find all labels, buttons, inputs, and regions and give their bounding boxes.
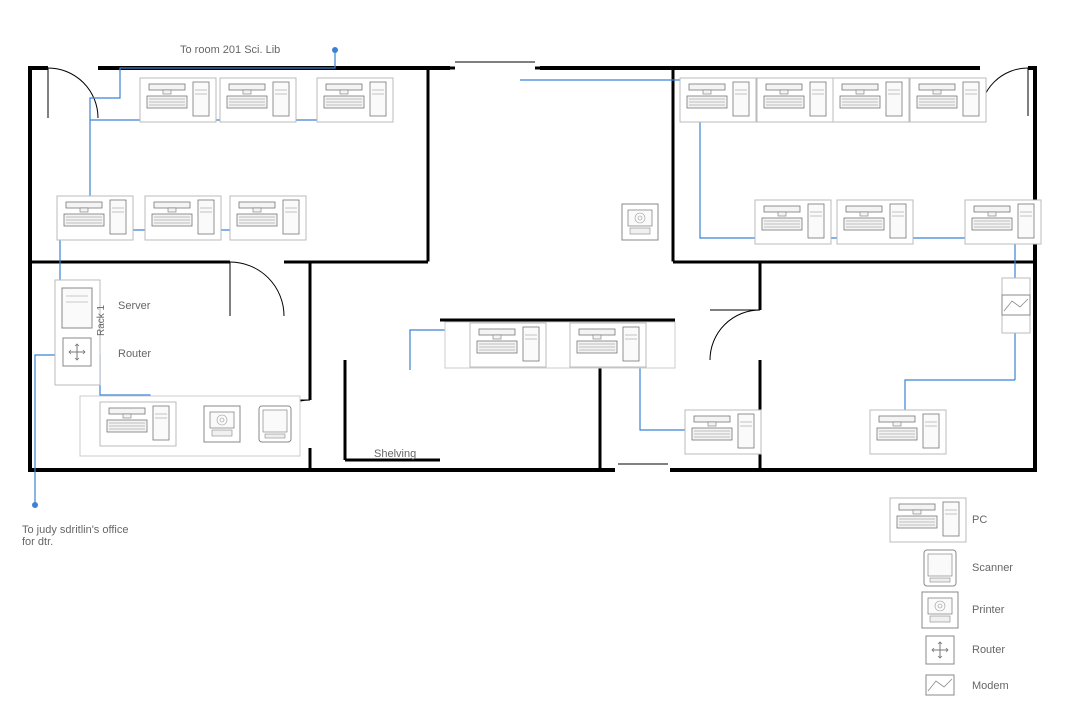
modem-icon: [1002, 295, 1030, 315]
floorplan-diagram: To room 201 Sci. Lib To judy sdritlin's …: [0, 0, 1065, 725]
pc-icon: [870, 410, 946, 454]
endpoint-dot: [332, 47, 338, 53]
pc-icon: [145, 196, 221, 240]
endpoint-dot: [32, 502, 38, 508]
bottom-center-office: [685, 410, 761, 454]
legend-router-icon: [926, 636, 954, 664]
legend-label-modem: Modem: [972, 680, 1009, 692]
label-server: Server: [118, 300, 150, 312]
top-left-room: [57, 78, 393, 240]
legend-modem-icon: [926, 675, 954, 695]
legend-pc-icon: [890, 498, 966, 542]
server-icon: [62, 288, 92, 328]
pc-icon: [833, 78, 909, 122]
pc-icon: [757, 78, 833, 122]
legend-scanner-icon: [924, 550, 956, 586]
pc-icon: [685, 410, 761, 454]
pc-icon: [317, 78, 393, 122]
router-icon: [63, 338, 91, 366]
floorplan-svg: [0, 0, 1065, 725]
pc-icon: [220, 78, 296, 122]
printer-icon: [204, 406, 240, 442]
center-office: [445, 322, 675, 368]
server-room: [55, 280, 300, 456]
annotation-to-judy: To judy sdritlin's office for dtr.: [22, 524, 132, 548]
legend-label-scanner: Scanner: [972, 562, 1013, 574]
pc-icon: [230, 196, 306, 240]
pc-icon: [755, 200, 831, 244]
center-device: [622, 204, 658, 240]
scanner-icon: [259, 406, 291, 442]
pc-icon: [100, 402, 176, 446]
legend-label-router: Router: [972, 644, 1005, 656]
legend-label-pc: PC: [972, 514, 987, 526]
legend: [890, 498, 966, 695]
legend-label-printer: Printer: [972, 604, 1004, 616]
pc-icon: [570, 323, 646, 367]
legend-printer-icon: [922, 592, 958, 628]
label-rack: Rack 1: [96, 305, 107, 336]
pc-icon: [140, 78, 216, 122]
pc-icon: [57, 196, 133, 240]
pc-icon: [910, 78, 986, 122]
bottom-right-office: [870, 278, 1030, 454]
pc-icon: [965, 200, 1041, 244]
label-shelving: Shelving: [374, 448, 416, 460]
annotation-to-room-201: To room 201 Sci. Lib: [180, 44, 280, 56]
printer-icon: [622, 204, 658, 240]
pc-icon: [470, 323, 546, 367]
pc-icon: [837, 200, 913, 244]
pc-icon: [680, 78, 756, 122]
top-right-room: [680, 78, 1041, 244]
label-router: Router: [118, 348, 151, 360]
